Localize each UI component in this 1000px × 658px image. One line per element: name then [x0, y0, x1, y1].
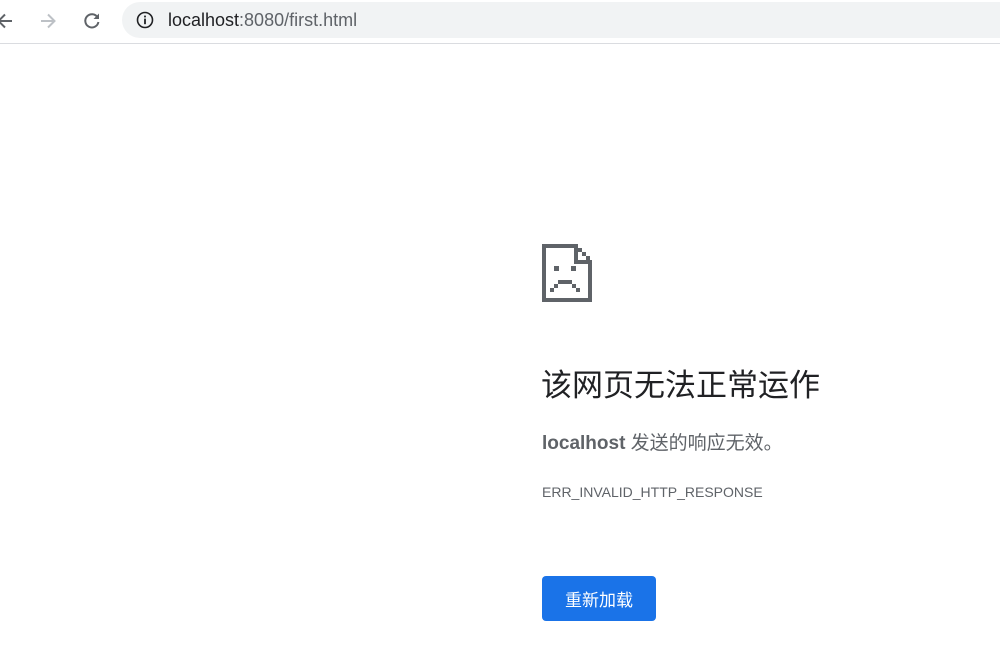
url-path: :8080/first.html [239, 10, 358, 30]
url-text[interactable]: localhost:8080/first.html [168, 10, 357, 30]
reload-button[interactable]: 重新加载 [542, 576, 656, 621]
address-bar[interactable]: localhost:8080/first.html [122, 2, 1000, 38]
reload-icon [84, 13, 100, 29]
arrow-left-icon [0, 13, 12, 29]
back-button[interactable] [0, 6, 20, 36]
error-message: 发送的响应无效。 [625, 433, 783, 454]
url-host: localhost [168, 10, 240, 30]
error-host: localhost [542, 433, 626, 454]
error-title: 该网页无法正常运作 [541, 368, 820, 403]
arrow-right-icon [41, 13, 56, 29]
forward-button[interactable] [33, 6, 63, 36]
info-icon[interactable] [136, 11, 154, 29]
error-code: ERR_INVALID_HTTP_RESPONSE [542, 484, 763, 500]
browser-toolbar: localhost:8080/first.html [0, 0, 1000, 44]
error-description: localhost 发送的响应无效。 [542, 431, 783, 457]
sad-page-icon [542, 244, 592, 302]
reload-page-button[interactable] [77, 6, 107, 36]
